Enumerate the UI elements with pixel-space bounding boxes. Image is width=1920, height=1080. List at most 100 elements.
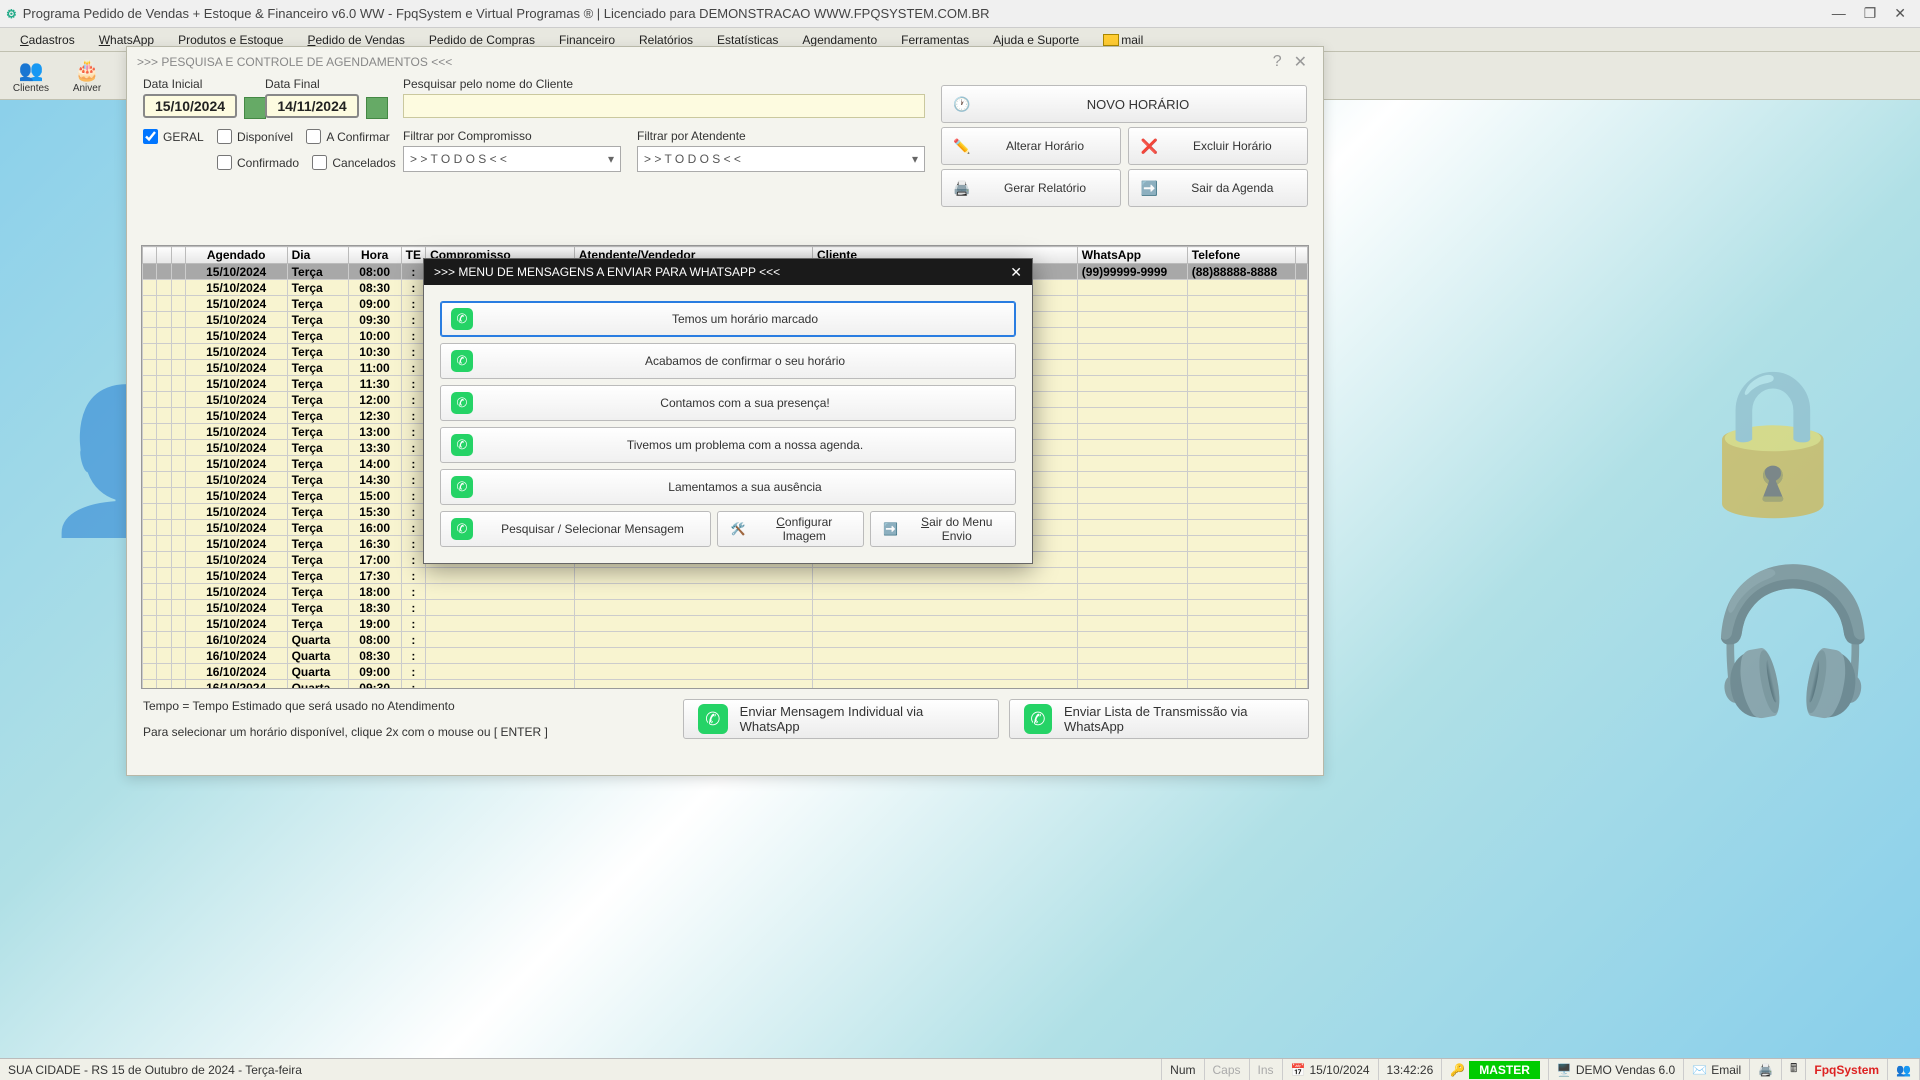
tools-icon: 🛠️ bbox=[728, 519, 748, 539]
whatsapp-icon: ✆ bbox=[1024, 704, 1052, 734]
data-inicial-input[interactable]: 15/10/2024 bbox=[143, 94, 237, 118]
status-calc[interactable]: 🖩 bbox=[1782, 1059, 1806, 1080]
filtrar-compromisso-label: Filtrar por Compromisso bbox=[403, 129, 621, 143]
table-row[interactable]: 16/10/2024Quarta08:30 : bbox=[143, 648, 1308, 664]
whatsapp-icon: ✆ bbox=[451, 308, 473, 330]
print-icon: 🖨️ bbox=[952, 178, 972, 198]
monitor-icon: 🖥️ bbox=[1557, 1063, 1572, 1077]
table-row[interactable]: 16/10/2024Quarta09:30 : bbox=[143, 680, 1308, 690]
novo-horario-button[interactable]: 🕐 NOVO HORÁRIO bbox=[941, 85, 1307, 123]
table-row[interactable]: 15/10/2024Terça19:00 : bbox=[143, 616, 1308, 632]
whatsapp-icon: ✆ bbox=[451, 392, 473, 414]
chk-confirmado[interactable]: Confirmado bbox=[217, 155, 299, 170]
whatsapp-icon: ✆ bbox=[451, 350, 473, 372]
sair-agenda-button[interactable]: ➡️ Sair da Agenda bbox=[1128, 169, 1308, 207]
statusbar: SUA CIDADE - RS 15 de Outubro de 2024 - … bbox=[0, 1058, 1920, 1080]
delete-icon: ❌ bbox=[1139, 136, 1159, 156]
status-demo: 🖥️DEMO Vendas 6.0 bbox=[1549, 1059, 1684, 1080]
status-email[interactable]: ✉️Email bbox=[1684, 1059, 1750, 1080]
chk-disponivel[interactable]: Disponível bbox=[217, 129, 293, 144]
col-te[interactable]: TE bbox=[401, 247, 425, 264]
whatsapp-icon: ✆ bbox=[698, 704, 728, 734]
whatsapp-icon: ✆ bbox=[451, 518, 473, 540]
status-date: 📅15/10/2024 bbox=[1283, 1059, 1379, 1080]
whatsapp-icon: ✆ bbox=[451, 434, 473, 456]
quick-clientes-button[interactable]: 👥 Clientes bbox=[4, 53, 58, 99]
bg-headset-icon: 🎧 bbox=[1706, 560, 1880, 724]
alterar-horario-button[interactable]: ✏️ Alterar Horário bbox=[941, 127, 1121, 165]
status-time: 13:42:26 bbox=[1379, 1059, 1443, 1080]
status-master: 🔑MASTER bbox=[1442, 1059, 1549, 1080]
data-final-label: Data Final bbox=[265, 77, 388, 91]
sair-menu-envio-button[interactable]: ➡️ Sair do Menu Envio bbox=[870, 511, 1017, 547]
gerar-relatorio-button[interactable]: 🖨️ Gerar Relatório bbox=[941, 169, 1121, 207]
msg-presenca-button[interactable]: ✆ Contamos com a sua presença! bbox=[440, 385, 1016, 421]
table-row[interactable]: 16/10/2024Quarta09:00 : bbox=[143, 664, 1308, 680]
agenda-window-title: >>> PESQUISA E CONTROLE DE AGENDAMENTOS … bbox=[137, 55, 452, 69]
users-icon: 👥 bbox=[1896, 1063, 1911, 1077]
table-row[interactable]: 15/10/2024Terça18:00 : bbox=[143, 584, 1308, 600]
quick-aniver-button[interactable]: 🎂 Aniver bbox=[60, 53, 114, 99]
menu-cadastros[interactable]: Cadastros bbox=[8, 31, 87, 49]
clock-add-icon: 🕐 bbox=[952, 94, 972, 114]
dialog-close-button[interactable]: ✕ bbox=[1010, 264, 1022, 281]
exit-icon: ➡️ bbox=[1139, 178, 1159, 198]
chk-aconfirmar[interactable]: A Confirmar bbox=[306, 129, 389, 144]
col-whatsapp[interactable]: WhatsApp bbox=[1077, 247, 1187, 264]
excluir-horario-button[interactable]: ❌ Excluir Horário bbox=[1128, 127, 1308, 165]
table-row[interactable]: 16/10/2024Quarta08:00 : bbox=[143, 632, 1308, 648]
pesquisar-cliente-label: Pesquisar pelo nome do Cliente bbox=[403, 77, 925, 91]
col-telefone[interactable]: Telefone bbox=[1187, 247, 1295, 264]
status-users[interactable]: 👥 bbox=[1888, 1059, 1920, 1080]
filtrar-compromisso-combo[interactable]: > > T O D O S < < bbox=[403, 146, 621, 172]
exit-icon: ➡️ bbox=[881, 519, 901, 539]
configurar-imagem-button[interactable]: 🛠️ Configurar Imagem bbox=[717, 511, 864, 547]
people-icon: 👥 bbox=[19, 58, 44, 83]
msg-horario-marcado-button[interactable]: ✆ Temos um horário marcado bbox=[440, 301, 1016, 337]
col-agendado[interactable]: Agendado bbox=[185, 247, 287, 264]
maximize-button[interactable]: ❐ bbox=[1864, 5, 1877, 22]
enviar-lista-button[interactable]: ✆ Enviar Lista de Transmissão via WhatsA… bbox=[1009, 699, 1309, 739]
window-title: Programa Pedido de Vendas + Estoque & Fi… bbox=[23, 6, 1832, 21]
msg-confirmar-horario-button[interactable]: ✆ Acabamos de confirmar o seu horário bbox=[440, 343, 1016, 379]
printer-icon: 🖨️ bbox=[1758, 1063, 1773, 1077]
mail-icon bbox=[1103, 34, 1119, 46]
app-logo-icon: ⚙ bbox=[6, 7, 17, 21]
table-row[interactable]: 15/10/2024Terça18:30 : bbox=[143, 600, 1308, 616]
chk-geral[interactable]: GERAL bbox=[143, 129, 204, 144]
status-ins: Ins bbox=[1250, 1059, 1283, 1080]
pesquisar-mensagem-button[interactable]: ✆ Pesquisar / Selecionar Mensagem bbox=[440, 511, 711, 547]
close-button[interactable]: ✕ bbox=[1894, 5, 1906, 22]
key-icon: 🔑 bbox=[1450, 1063, 1465, 1077]
status-fpq[interactable]: FpqSystem bbox=[1806, 1059, 1888, 1080]
data-final-calendar-icon[interactable] bbox=[366, 97, 388, 119]
col-dia[interactable]: Dia bbox=[287, 247, 348, 264]
status-num: Num bbox=[1162, 1059, 1204, 1080]
calendar-icon: 📅 bbox=[1291, 1063, 1306, 1077]
table-row[interactable]: 15/10/2024Terça17:30 : bbox=[143, 568, 1308, 584]
calc-icon: 🖩 bbox=[1790, 1059, 1797, 1080]
data-inicial-label: Data Inicial bbox=[143, 77, 266, 91]
msg-problema-agenda-button[interactable]: ✆ Tivemos um problema com a nossa agenda… bbox=[440, 427, 1016, 463]
dialog-title: >>> MENU DE MENSAGENS A ENVIAR PARA WHAT… bbox=[434, 265, 1010, 279]
cake-icon: 🎂 bbox=[75, 58, 100, 83]
status-printer[interactable]: 🖨️ bbox=[1750, 1059, 1782, 1080]
enviar-individual-button[interactable]: ✆ Enviar Mensagem Individual via WhatsAp… bbox=[683, 699, 999, 739]
pesquisar-cliente-input[interactable] bbox=[403, 94, 925, 118]
filtrar-atendente-combo[interactable]: > > T O D O S < < bbox=[637, 146, 925, 172]
status-location: SUA CIDADE - RS 15 de Outubro de 2024 - … bbox=[0, 1059, 1162, 1080]
agenda-close-button[interactable]: ✕ bbox=[1288, 52, 1313, 72]
filtrar-atendente-label: Filtrar por Atendente bbox=[637, 129, 925, 143]
bg-lock-icon: 🔒 bbox=[1686, 360, 1860, 524]
minimize-button[interactable]: — bbox=[1832, 5, 1846, 22]
col-hora[interactable]: Hora bbox=[348, 247, 401, 264]
msg-ausencia-button[interactable]: ✆ Lamentamos a sua ausência bbox=[440, 469, 1016, 505]
edit-icon: ✏️ bbox=[952, 136, 972, 156]
help-button[interactable]: ? bbox=[1267, 53, 1288, 71]
status-caps: Caps bbox=[1205, 1059, 1250, 1080]
chk-cancelados[interactable]: Cancelados bbox=[312, 155, 395, 170]
data-inicial-calendar-icon[interactable] bbox=[244, 97, 266, 119]
whatsapp-icon: ✆ bbox=[451, 476, 473, 498]
data-final-input[interactable]: 14/11/2024 bbox=[265, 94, 359, 118]
mail-icon: ✉️ bbox=[1692, 1063, 1707, 1077]
